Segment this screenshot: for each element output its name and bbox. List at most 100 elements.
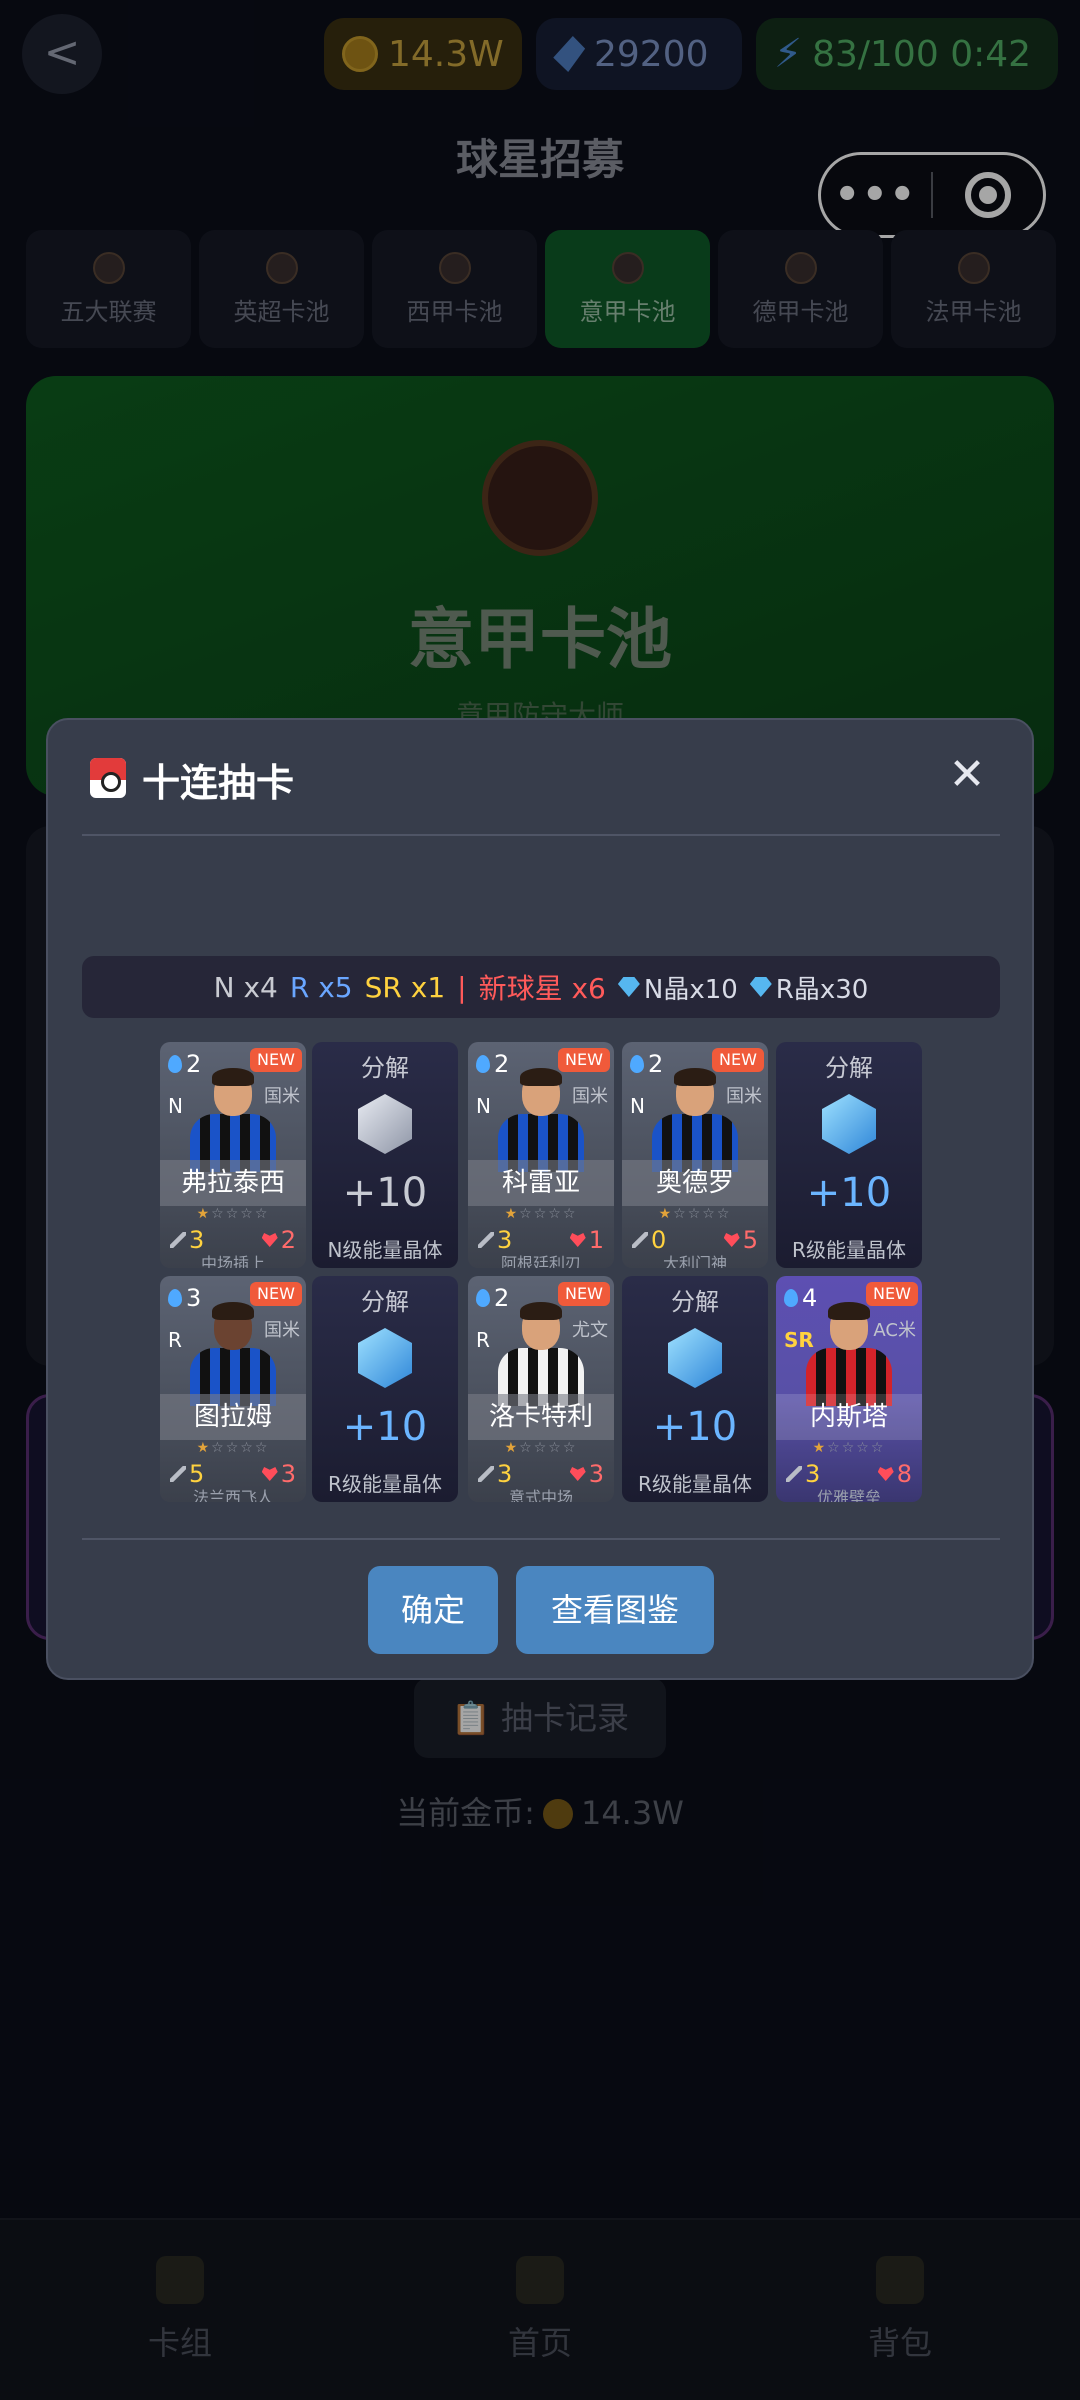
crystal-amount: +10 (342, 1404, 428, 1450)
cost: 2 (476, 1284, 509, 1312)
cost: 2 (476, 1050, 509, 1078)
summary-r-crystal: R晶x30 (749, 969, 869, 1006)
dialog-header: 十连抽卡 ✕ (48, 720, 1032, 836)
heart-icon (261, 1233, 278, 1247)
player-name: 奥德罗 (622, 1160, 768, 1206)
star-rating: ★☆☆☆☆ (196, 1440, 270, 1456)
star-rating: ★☆☆☆☆ (196, 1206, 270, 1222)
sword-icon (632, 1232, 648, 1248)
player-name: 图拉姆 (160, 1394, 306, 1440)
crystal-name: R级能量晶体 (792, 1238, 906, 1262)
sword-icon (170, 1466, 186, 1482)
club-label: 国米 (726, 1086, 762, 1107)
diamond-icon (617, 977, 640, 997)
ten-draw-result-dialog: 十连抽卡 ✕ N x4 R x5 SR x1 | 新球星 x6 N晶x10 R晶… (46, 718, 1034, 1680)
cost: 2 (168, 1050, 201, 1078)
star-rating: ★☆☆☆☆ (504, 1440, 578, 1456)
club-label: AC米 (873, 1320, 916, 1341)
rarity-label: N (168, 1094, 183, 1118)
header-divider (82, 834, 1000, 836)
decompose-card[interactable]: 分解 +10 N级能量晶体 (312, 1042, 458, 1268)
sword-icon (170, 1232, 186, 1248)
card-draw-icon (90, 758, 126, 798)
summary-n-crystal: N晶x10 (617, 969, 738, 1006)
close-icon[interactable]: ✕ (942, 750, 992, 800)
water-drop-icon (784, 1289, 798, 1307)
decompose-label: 分解 (361, 1288, 409, 1316)
club-label: 国米 (264, 1086, 300, 1107)
cost: 3 (168, 1284, 201, 1312)
water-drop-icon (168, 1289, 182, 1307)
new-badge: NEW (712, 1048, 764, 1072)
crystal-name: N级能量晶体 (327, 1238, 443, 1262)
new-badge: NEW (558, 1048, 610, 1072)
club-label: 国米 (572, 1086, 608, 1107)
new-badge: NEW (250, 1282, 302, 1306)
player-card[interactable]: 2 NEW N 国米 奥德罗 ★☆☆☆☆ 0 5 大利门神 (622, 1042, 768, 1268)
sword-icon (478, 1466, 494, 1482)
decompose-card[interactable]: 分解 +10 R级能量晶体 (312, 1276, 458, 1502)
cost: 2 (630, 1050, 663, 1078)
club-label: 尤文 (572, 1320, 608, 1341)
summary-n-count: N x4 (213, 970, 278, 1004)
player-trait: 法兰西飞人 (192, 1488, 273, 1502)
footer-divider (82, 1538, 1000, 1540)
player-card[interactable]: 2 NEW N 国米 科雷亚 ★☆☆☆☆ 3 1 阿根廷利刃 (468, 1042, 614, 1268)
player-trait: 优雅壁垒 (816, 1488, 881, 1502)
player-trait: 阿根廷利刃 (500, 1254, 581, 1268)
view-collection-button[interactable]: 查看图鉴 (516, 1566, 714, 1654)
card-grid: 2 NEW N 国米 弗拉泰西 ★☆☆☆☆ 3 2 中场插上 分解 +10 N级… (160, 1042, 970, 1504)
heart-icon (877, 1467, 894, 1481)
star-rating: ★☆☆☆☆ (658, 1206, 732, 1222)
crystal-amount: +10 (342, 1170, 428, 1216)
player-name: 洛卡特利 (468, 1394, 614, 1440)
dialog-title: 十连抽卡 (142, 761, 295, 805)
player-trait: 意式中场 (508, 1488, 573, 1502)
summary-r-count: R x5 (289, 970, 353, 1004)
player-trait: 中场插上 (200, 1254, 265, 1268)
rarity-label: N (476, 1094, 491, 1118)
player-card[interactable]: 2 NEW N 国米 弗拉泰西 ★☆☆☆☆ 3 2 中场插上 (160, 1042, 306, 1268)
rarity-label: R (168, 1328, 182, 1352)
sword-icon (786, 1466, 802, 1482)
n-crystal-icon (358, 1094, 412, 1154)
decompose-card[interactable]: 分解 +10 R级能量晶体 (776, 1042, 922, 1268)
heart-icon (569, 1233, 586, 1247)
crystal-name: R级能量晶体 (328, 1472, 442, 1496)
player-card[interactable]: 4 NEW SR AC米 内斯塔 ★☆☆☆☆ 3 8 优雅壁垒 (776, 1276, 922, 1502)
draw-summary: N x4 R x5 SR x1 | 新球星 x6 N晶x10 R晶x30 (82, 956, 1000, 1018)
summary-r-crystal-text: R晶x30 (775, 974, 869, 1005)
player-name: 弗拉泰西 (160, 1160, 306, 1206)
rarity-label: SR (784, 1328, 814, 1352)
water-drop-icon (630, 1055, 644, 1073)
decompose-label: 分解 (825, 1054, 873, 1082)
new-badge: NEW (250, 1048, 302, 1072)
r-crystal-icon (668, 1328, 722, 1388)
decompose-card[interactable]: 分解 +10 R级能量晶体 (622, 1276, 768, 1502)
crystal-name: R级能量晶体 (638, 1472, 752, 1496)
player-trait: 大利门神 (662, 1254, 727, 1268)
new-badge: NEW (558, 1282, 610, 1306)
player-card[interactable]: 3 NEW R 国米 图拉姆 ★☆☆☆☆ 5 3 法兰西飞人 (160, 1276, 306, 1502)
r-crystal-icon (822, 1094, 876, 1154)
summary-separator: | (457, 970, 467, 1004)
summary-n-crystal-text: N晶x10 (643, 974, 738, 1005)
crystal-amount: +10 (652, 1404, 738, 1450)
water-drop-icon (168, 1055, 182, 1073)
player-card[interactable]: 2 NEW R 尤文 洛卡特利 ★☆☆☆☆ 3 3 意式中场 (468, 1276, 614, 1502)
player-name: 内斯塔 (776, 1394, 922, 1440)
player-name: 科雷亚 (468, 1160, 614, 1206)
summary-new-count: 新球星 x6 (478, 972, 606, 1005)
crystal-amount: +10 (806, 1170, 892, 1216)
heart-icon (261, 1467, 278, 1481)
water-drop-icon (476, 1055, 490, 1073)
star-rating: ★☆☆☆☆ (504, 1206, 578, 1222)
confirm-button[interactable]: 确定 (368, 1566, 498, 1654)
heart-icon (569, 1467, 586, 1481)
star-rating: ★☆☆☆☆ (812, 1440, 886, 1456)
rarity-label: N (630, 1094, 645, 1118)
heart-icon (723, 1233, 740, 1247)
decompose-label: 分解 (671, 1288, 719, 1316)
cost: 4 (784, 1284, 817, 1312)
summary-sr-count: SR x1 (364, 970, 446, 1004)
